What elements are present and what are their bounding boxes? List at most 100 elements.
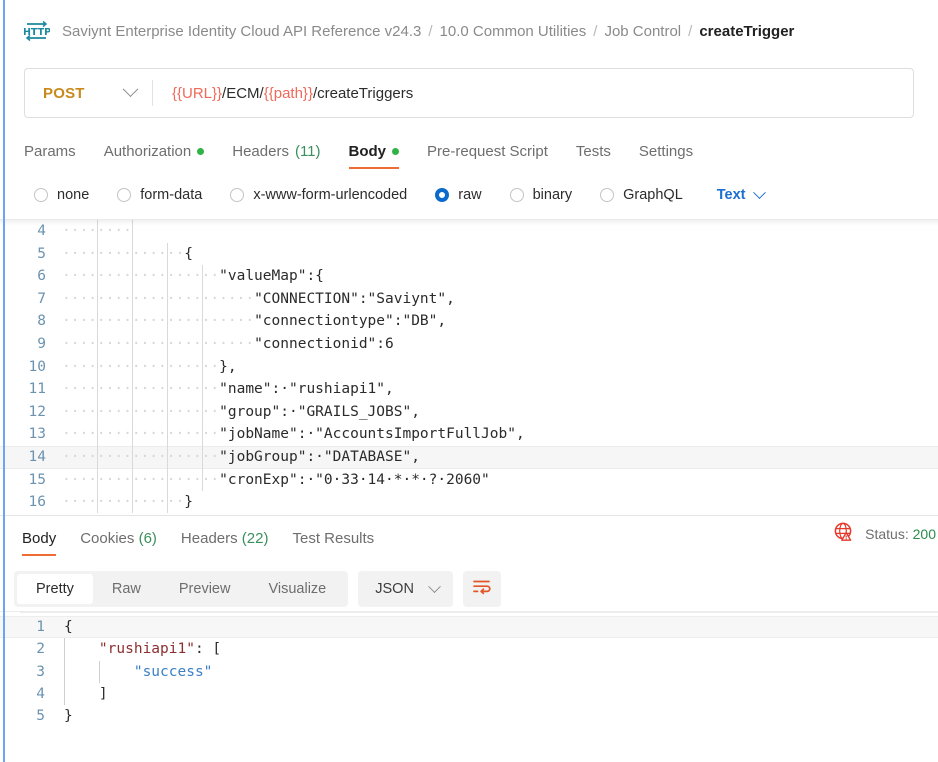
indent-guide (131, 332, 133, 356)
code-line-text: ··················"cronExp":·"0·33·14·*·… (62, 468, 938, 492)
indent-guide (201, 332, 203, 356)
response-code-text: "success" (64, 660, 938, 683)
view-mode-visualize-label: Visualize (268, 581, 327, 597)
tab-authorization[interactable]: Authorization (90, 143, 219, 169)
indent-guide (166, 355, 168, 379)
indent-guide (64, 682, 65, 706)
tab-headers[interactable]: Headers (11) (218, 143, 334, 169)
tab-settings[interactable]: Settings (625, 143, 707, 169)
radio-binary[interactable]: binary (509, 187, 572, 203)
chevron-down-icon (122, 80, 139, 97)
response-code-line: 2 "rushiapi1": [ (0, 638, 938, 661)
code-line-text: ······················"connectionid":6 (62, 332, 938, 356)
indent-guide (131, 220, 133, 243)
http-method-select[interactable]: POST (25, 69, 152, 117)
globe-warning-icon[interactable] (833, 521, 854, 547)
view-mode-pretty-label: Pretty (36, 581, 74, 597)
tab-headers-label: Headers (232, 143, 289, 160)
tab-body[interactable]: Body (335, 143, 414, 169)
radio-form-data-mark (117, 188, 132, 202)
line-number: 16 (28, 494, 46, 511)
tab-pre-request-script-label: Pre-request Script (427, 143, 548, 160)
code-line-text: ········ (62, 220, 938, 243)
whitespace-dots: ·················· (62, 381, 220, 398)
radio-raw[interactable]: raw (435, 187, 482, 203)
radio-x-www-form-urlencoded[interactable]: x-www-form-urlencoded (230, 187, 407, 203)
request-code-lines[interactable]: 4 ········ 5 ··············{6 ··············… (0, 220, 938, 513)
request-url-input[interactable]: {{URL}}/ECM/{{path}}/createTriggers (153, 69, 913, 117)
status-dot-icon (392, 148, 400, 155)
breadcrumb-separator: / (428, 22, 433, 40)
breadcrumb-item-folder[interactable]: 10.0 Common Utilities (440, 23, 587, 40)
code-content: "jobName":·"AccountsImportFullJob", (219, 426, 525, 443)
code-line: 4 ········ (0, 220, 938, 243)
code-content: "cronExp":·"0·33·14·*·*·?·2060" (219, 471, 490, 488)
line-number: 11 (28, 381, 46, 398)
body-type-radio-group: none form-data x-www-form-urlencoded raw… (34, 181, 938, 209)
line-number: 6 (37, 268, 46, 285)
radio-none-mark (34, 188, 48, 202)
breadcrumb-bar: HTTP Saviynt Enterprise Identity Cloud A… (0, 0, 938, 62)
response-code-text: { (64, 616, 938, 638)
radio-none[interactable]: none (34, 187, 89, 203)
indent-guide (131, 265, 133, 288)
indent-guide (166, 287, 168, 311)
tab-headers-count: (11) (294, 143, 321, 160)
tab-params[interactable]: Params (24, 143, 90, 169)
radio-graphql-label: GraphQL (623, 187, 683, 203)
radio-urlencoded-mark (230, 188, 245, 202)
code-line: 8 ······················"connectiontype":… (0, 310, 938, 333)
request-body-editor[interactable]: 4 ········ 5 ··············{6 ··············… (0, 219, 938, 513)
indent-guide (131, 445, 133, 469)
response-tab-test-results[interactable]: Test Results (280, 530, 386, 556)
response-body-viewer[interactable]: 1{2 "rushiapi1": [3 "success" 4 ] 5} (0, 611, 938, 751)
response-code-lines[interactable]: 1{2 "rushiapi1": [3 "success" 4 ] 5} (0, 616, 938, 727)
indent-guide (131, 355, 133, 379)
word-wrap-toggle[interactable] (462, 571, 501, 607)
code-line: 7 ······················"CONNECTION":"Sav… (0, 287, 938, 311)
indent-guide (96, 445, 98, 469)
view-mode-preview[interactable]: Preview (160, 574, 250, 604)
response-status-area: Status: 200 (833, 521, 938, 547)
code-line-text: ··················"valueMap":{ (62, 265, 938, 288)
raw-format-select[interactable]: Text (716, 185, 766, 203)
indent-guide (131, 468, 133, 492)
word-wrap-icon (472, 578, 492, 600)
radio-form-data[interactable]: form-data (117, 187, 202, 203)
tab-pre-request-script[interactable]: Pre-request Script (413, 143, 562, 169)
indent-guide (201, 355, 203, 379)
tab-params-label: Params (24, 143, 76, 160)
response-tab-body[interactable]: Body (10, 530, 68, 556)
tab-settings-label: Settings (638, 143, 694, 160)
breadcrumb-item-collection[interactable]: Saviynt Enterprise Identity Cloud API Re… (62, 23, 421, 40)
whitespace-dots: ······················ (62, 335, 255, 352)
breadcrumb-item-subfolder[interactable]: Job Control (604, 23, 681, 40)
radio-graphql[interactable]: GraphQL (600, 187, 683, 203)
response-body-top-rule (20, 612, 938, 613)
line-number: 1 (36, 619, 45, 635)
indent-guide (96, 378, 98, 401)
indent-guide (166, 332, 168, 356)
view-mode-visualize[interactable]: Visualize (249, 574, 345, 604)
view-mode-raw[interactable]: Raw (93, 574, 160, 604)
code-line-text: ······················"CONNECTION":"Savi… (62, 287, 938, 311)
view-mode-pretty[interactable]: Pretty (17, 574, 93, 604)
code-content: "group":·"GRAILS_JOBS", (219, 403, 420, 420)
indent-guide (131, 242, 133, 266)
code-content: "jobGroup":·"DATABASE", (219, 448, 420, 465)
response-tab-headers[interactable]: Headers (22) (169, 530, 281, 556)
whitespace-dots: ·················· (62, 268, 220, 285)
code-content: "name":·"rushiapi1", (219, 381, 394, 398)
whitespace-dots: ·················· (62, 471, 220, 488)
response-tab-bar: Body Cookies (6) Headers (22) Test Resul… (0, 516, 938, 556)
response-tab-cookies[interactable]: Cookies (6) (68, 530, 169, 556)
code-token: } (64, 708, 73, 725)
whitespace-dots: ·················· (62, 403, 220, 420)
response-code-line: 3 "success" (0, 660, 938, 683)
response-format-select[interactable]: JSON (358, 571, 453, 607)
raw-format-label: Text (716, 187, 746, 203)
code-content: "valueMap":{ (219, 268, 324, 285)
tab-tests[interactable]: Tests (562, 143, 625, 169)
code-token: "rushiapi1" (98, 641, 195, 658)
